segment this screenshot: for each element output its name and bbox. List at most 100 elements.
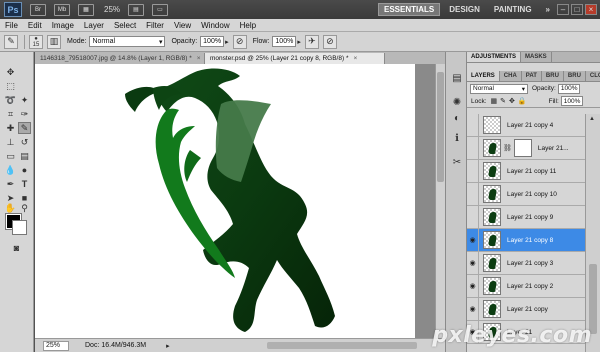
zoom-tool-icon[interactable]: ⚲ [18,202,31,214]
workspace-painting-button[interactable]: PAINTING [489,3,537,16]
tablet-size-icon[interactable]: ⊘ [322,34,337,49]
document-canvas[interactable] [35,64,415,338]
layer-row-selected[interactable]: ◉ Layer 21 copy 8 [467,229,585,252]
brush-tool-icon[interactable]: ✎ [18,122,31,134]
layer-row[interactable]: ◉ Layer 21 copy [467,298,585,321]
blend-mode-select[interactable]: Normal ▾ [470,83,528,94]
opacity-field[interactable]: 100% [200,36,225,47]
fill-field[interactable]: 100% [560,96,583,106]
layer-mask-thumbnail[interactable] [513,139,532,157]
tab-layers[interactable]: LAYERS [467,71,500,81]
tab-document-2[interactable]: monster.psd @ 25% (Layer 21 copy 8, RGB/… [205,53,385,64]
layer-row[interactable]: Layer 21 copy 9 [467,206,585,229]
type-tool-icon[interactable]: T [18,178,31,190]
canvas-area[interactable] [35,64,435,338]
navigator-panel-icon[interactable]: ✺ [451,96,463,108]
lock-all-icon[interactable]: 🔒 [518,97,527,105]
eye-icon[interactable]: ◉ [467,252,479,274]
scroll-thumb[interactable] [437,72,444,182]
tab-document-1[interactable]: 1146318_79518007.jpg @ 14.8% (Layer 1, R… [35,53,205,64]
quick-mask-icon[interactable]: ◙ [10,242,23,254]
healing-brush-icon[interactable]: ✚ [4,122,17,134]
chevron-right-icon[interactable]: ▸ [297,38,301,46]
layer-row[interactable]: Layer 21 copy 10 [467,183,585,206]
history-panel-icon[interactable]: ▤ [451,72,463,84]
lock-pixels-icon[interactable]: ✎ [500,97,506,105]
menu-layer[interactable]: Layer [79,21,109,30]
layer-opacity-field[interactable]: 100% [557,83,580,94]
layers-scrollbar[interactable]: ▲ [585,114,600,352]
layer-row[interactable]: Layer 21 copy 4 [467,114,585,137]
lock-position-icon[interactable]: ✥ [509,97,515,105]
eraser-tool-icon[interactable]: ▭ [4,150,17,162]
status-zoom-field[interactable]: 25% [43,340,69,351]
menu-filter[interactable]: Filter [141,21,169,30]
bridge-icon[interactable]: Br [30,3,46,16]
eye-icon[interactable]: ◉ [467,229,479,251]
visibility-toggle[interactable] [467,114,479,136]
tab-channels[interactable]: CHA [500,71,522,81]
dodge-tool-icon[interactable]: ● [18,164,31,176]
visibility-toggle[interactable] [467,160,479,182]
marquee-tool-icon[interactable]: ⬚ [4,80,17,92]
lasso-tool-icon[interactable]: ➰ [4,94,17,106]
more-workspaces-button[interactable]: » [541,3,555,16]
menu-help[interactable]: Help [235,21,261,30]
visibility-toggle[interactable] [467,137,479,159]
zoom-level[interactable]: 25% [104,5,120,14]
minimize-button[interactable]: – [557,4,569,15]
brush-picker-icon[interactable]: ● 15 [29,34,43,49]
link-icon[interactable]: ⛓ [503,144,512,152]
tab-brushes[interactable]: BRU [542,71,564,81]
scroll-up-icon[interactable]: ▲ [589,116,595,122]
arrange-documents-icon[interactable]: ▤ [128,3,145,16]
close-button[interactable]: × [585,4,597,15]
tab-clone-source[interactable]: CLO [586,71,600,81]
layer-row[interactable]: Layer 21 copy 11 [467,160,585,183]
hand-tool-icon[interactable]: ✋ [4,202,17,214]
airbrush-icon[interactable]: ✈ [304,34,319,49]
history-brush-icon[interactable]: ↺ [18,136,31,148]
blur-tool-icon[interactable]: 💧 [4,164,17,176]
info-panel-icon[interactable]: ℹ [451,132,463,144]
background-color-swatch[interactable] [12,220,27,235]
mini-bridge-icon[interactable]: Mb [54,3,70,16]
brush-panel-icon[interactable]: ▥ [47,34,61,49]
tab-paths[interactable]: PAT [522,71,542,81]
eyedropper-tool-icon[interactable]: ✑ [18,108,31,120]
layer-row[interactable]: ◉ Layer 21 copy 2 [467,275,585,298]
flow-field[interactable]: 100% [272,36,297,47]
screen-mode-icon[interactable]: ▭ [152,3,169,16]
layer-row[interactable]: ◉ Layer 21 copy 3 [467,252,585,275]
workspace-essentials-button[interactable]: ESSENTIALS [378,3,441,16]
eye-icon[interactable]: ◉ [467,275,479,297]
menu-select[interactable]: Select [109,21,141,30]
tablet-opacity-icon[interactable]: ⊘ [232,34,247,49]
brush-preset-icon[interactable]: ✎ [4,34,18,49]
move-tool-icon[interactable]: ✥ [4,66,17,78]
clone-stamp-icon[interactable]: ⊥ [4,136,17,148]
menu-file[interactable]: File [0,21,23,30]
tab-adjustments[interactable]: ADJUSTMENTS [467,52,522,62]
gradient-tool-icon[interactable]: ▤ [18,150,31,162]
chevron-right-icon[interactable]: ▸ [166,342,170,350]
chevron-right-icon[interactable]: ▸ [225,38,229,46]
crop-tool-icon[interactable]: ⌗ [4,108,17,120]
visibility-toggle[interactable] [467,206,479,228]
close-icon[interactable]: × [197,55,201,62]
menu-edit[interactable]: Edit [23,21,47,30]
color-panel-icon[interactable]: ◐ [451,112,463,124]
view-extras-icon[interactable]: ▦ [78,3,94,16]
tab-brush-presets[interactable]: BRU [564,71,586,81]
workspace-design-button[interactable]: DESIGN [444,3,485,16]
horizontal-scrollbar[interactable] [267,342,417,349]
tab-masks[interactable]: MASKS [521,52,552,62]
visibility-toggle[interactable] [467,183,479,205]
quick-select-tool-icon[interactable]: ✦ [18,94,31,106]
mode-select[interactable]: Normal ▾ [89,36,166,47]
menu-window[interactable]: Window [196,21,234,30]
menu-image[interactable]: Image [47,21,79,30]
layer-row[interactable]: ⛓ Layer 21... [467,137,585,160]
eye-icon[interactable]: ◉ [467,298,479,320]
lock-transparency-icon[interactable]: ▦ [491,97,498,105]
